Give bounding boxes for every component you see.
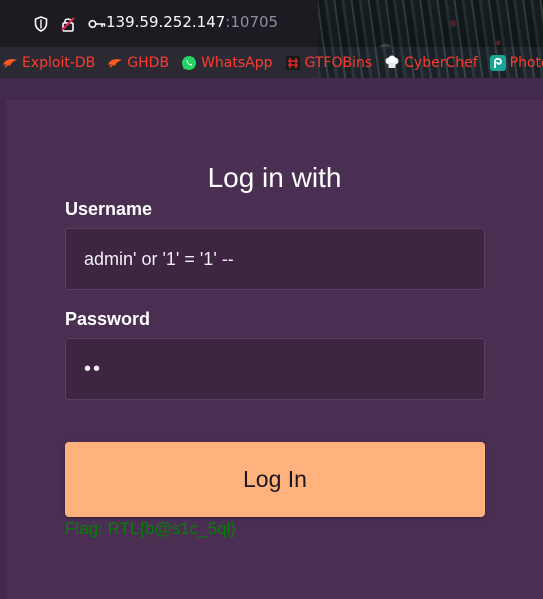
whatsapp-icon: [181, 55, 197, 71]
bookmark-gtfobins[interactable]: GTFOBins: [285, 47, 379, 78]
bookmark-ghdb[interactable]: GHDB: [107, 47, 175, 78]
bookmark-label: Exploit-DB: [22, 54, 96, 71]
bookmark-label: WhatsApp: [201, 54, 273, 71]
gtfobins-icon: [285, 55, 301, 71]
browser-url-bar: 139.59.252.147:10705: [0, 0, 543, 47]
login-button[interactable]: Log In: [65, 442, 485, 517]
url-port: :10705: [225, 13, 279, 31]
toolbar-background-image: [318, 0, 543, 47]
key-icon[interactable]: [88, 18, 106, 30]
url-address[interactable]: 139.59.252.147:10705: [106, 13, 278, 31]
url-bar-icons: [34, 14, 106, 34]
password-label: Password: [65, 309, 151, 329]
exploitdb-icon: [2, 55, 18, 71]
bookmarks-toolbar: Exploit-DB GHDB WhatsApp GTFOBins CyberC…: [0, 47, 543, 78]
bookmark-label: GHDB: [127, 54, 170, 71]
bookmark-photopea[interactable]: Photo: [489, 47, 543, 78]
url-host: 139.59.252.147: [106, 13, 226, 31]
username-input[interactable]: [65, 228, 485, 290]
cyberchef-icon: [384, 55, 400, 71]
bookmark-label: CyberChef: [404, 54, 478, 71]
login-heading: Log in with: [207, 162, 342, 193]
username-label: Username: [65, 199, 153, 219]
bookmark-label: GTFOBins: [304, 54, 373, 71]
bookmark-whatsapp[interactable]: WhatsApp: [181, 47, 278, 78]
ghdb-icon: [107, 55, 123, 71]
photopea-icon: [489, 54, 506, 71]
page-top-margin: [0, 78, 543, 100]
bookmark-exploit-db[interactable]: Exploit-DB: [2, 47, 101, 78]
insecure-connection-lock-icon[interactable]: [60, 16, 76, 32]
bookmark-cyberchef[interactable]: CyberChef: [384, 47, 484, 78]
bookmark-label: Photo: [509, 54, 543, 71]
flag-message: Flag: RTL{b@s1c_5ql}: [65, 519, 236, 538]
password-input[interactable]: [65, 338, 485, 400]
tracking-protection-shield-icon[interactable]: [34, 16, 48, 32]
